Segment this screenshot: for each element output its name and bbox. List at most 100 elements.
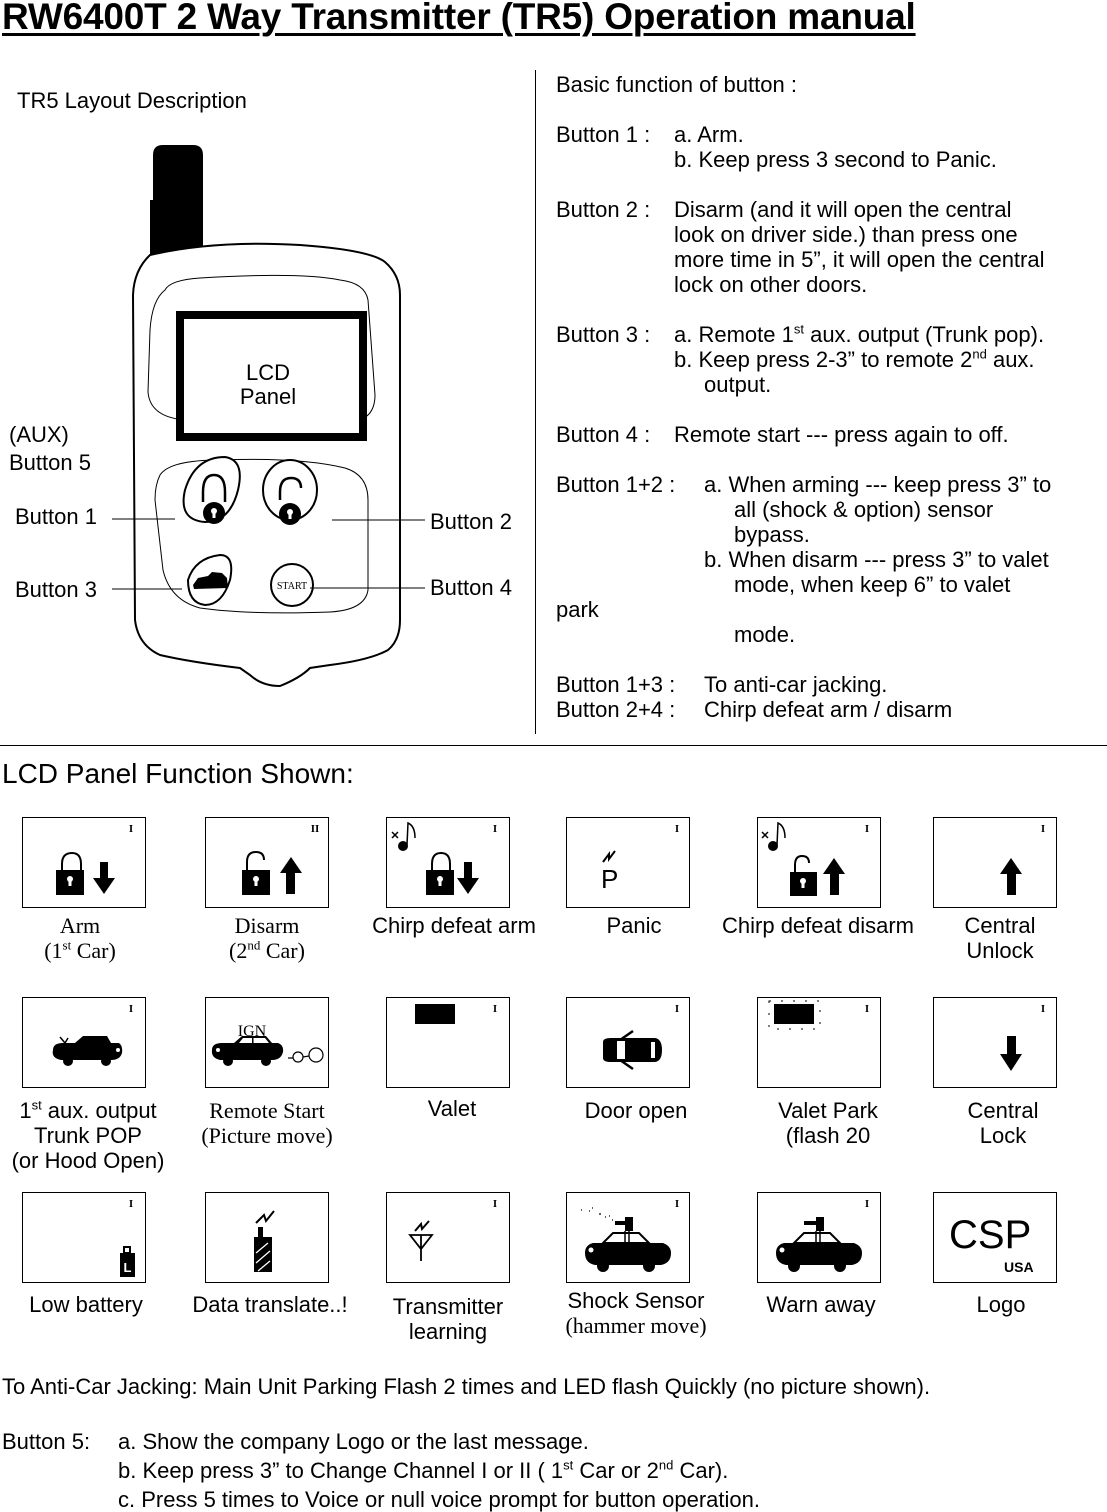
lcd-tile-data-translate [205, 1192, 329, 1283]
channel-mark: I [675, 823, 679, 835]
b12-b1: b. When disarm --- press 3” to valet [704, 547, 1049, 572]
layout-heading: TR5 Layout Description [17, 88, 247, 113]
lcd-tile-disarm: II [205, 817, 329, 908]
button-4-start[interactable]: START [270, 563, 314, 607]
b2-label: Button 2 : [556, 197, 651, 222]
callout-aux: (AUX) [9, 422, 69, 447]
caption-valet: Valet [427, 1096, 477, 1121]
b12-a1: a. When arming --- keep press 3” to [704, 472, 1052, 497]
svg-text:P: P [601, 864, 618, 894]
low-battery-icon: L [120, 1246, 135, 1277]
muted-note-icon [391, 821, 416, 851]
b4-label: Button 4 : [556, 422, 651, 447]
b12-label: Button 1+2 : [556, 472, 676, 497]
b3-b-l2: output. [704, 372, 772, 397]
lock-arm-icon [56, 851, 115, 895]
lcd-tile-shock-sensor: I [566, 1192, 690, 1283]
callout-button4: Button 4 [430, 575, 512, 600]
b5-c: c. Press 5 times to Voice or null voice … [118, 1487, 760, 1512]
caption-warn-away: Warn away [766, 1292, 876, 1317]
chirp-defeat-arm-icon [426, 851, 479, 895]
caption-logo: Logo [976, 1292, 1026, 1317]
b1-label: Button 1 : [556, 122, 651, 147]
b1-a: a. Arm. [674, 122, 744, 147]
lcd-tile-central-lock: I [933, 997, 1057, 1088]
caption-panic: Panic [606, 913, 662, 938]
caption-central-unlock: Central Unlock [964, 913, 1036, 963]
caption-valet-park: Valet Park (flash 20 [778, 1098, 878, 1148]
section-divider [0, 745, 1107, 746]
lcd-tile-valet-park: I [757, 997, 881, 1088]
b12-b3: park [556, 597, 599, 622]
lcd-section-heading: LCD Panel Function Shown: [2, 758, 354, 789]
warn-away-icon [776, 1217, 862, 1272]
lcd-label-line2: Panel [240, 384, 296, 409]
functions-heading: Basic function of button : [556, 72, 797, 97]
lcd-tile-trunk-pop: I [22, 997, 146, 1088]
lcd-tile-transmitter-learning: I [386, 1192, 510, 1283]
valet-icon [415, 1004, 455, 1024]
b3-label: Button 3 : [556, 322, 651, 347]
svg-text:CSP: CSP [949, 1213, 1031, 1257]
svg-text:USA: USA [1004, 1259, 1034, 1275]
transmitter-learning-icon [408, 1220, 434, 1261]
valet-park-icon [768, 1000, 821, 1030]
central-unlock-icon [1000, 858, 1022, 895]
channel-mark: I [1041, 823, 1045, 835]
chirp-defeat-disarm-icon [790, 854, 845, 896]
lcd-tile-arm: I [22, 817, 146, 908]
channel-mark: I [1041, 1003, 1045, 1015]
b12-a3: bypass. [734, 522, 810, 547]
channel-mark: I [865, 823, 869, 835]
caption-shock-sensor: Shock Sensor (hammer move) [565, 1288, 707, 1338]
callout-button5: Button 5 [9, 450, 91, 475]
caption-low-battery: Low battery [29, 1292, 143, 1317]
channel-mark: I [129, 1003, 133, 1015]
caption-arm: Arm (1st Car) [44, 913, 116, 963]
b2-l2: look on driver side.) than press one [674, 222, 1018, 247]
unlock-disarm-icon [242, 850, 302, 895]
channel-mark: I [675, 1003, 679, 1015]
lcd-tile-low-battery: I L [22, 1192, 146, 1283]
b1-b: b. Keep press 3 second to Panic. [674, 147, 997, 172]
b5-a: a. Show the company Logo or the last mes… [118, 1429, 589, 1454]
channel-mark: II [311, 823, 320, 835]
remote-diagram: START LCD Panel [112, 145, 425, 688]
caption-trunk-pop: 1st aux. output Trunk POP (or Hood Open) [11, 1097, 165, 1173]
channel-mark: I [129, 823, 133, 835]
anti-jacking-note: To Anti-Car Jacking: Main Unit Parking F… [2, 1374, 931, 1399]
caption-chirp-defeat-disarm: Chirp defeat disarm [722, 913, 914, 938]
caption-central-lock: Central Lock [967, 1098, 1039, 1148]
b24-text: Chirp defeat arm / disarm [704, 697, 953, 722]
lcd-label-line1: LCD [246, 360, 290, 385]
central-lock-icon [1000, 1036, 1022, 1071]
b4-text: Remote start --- press again to off. [674, 422, 1009, 447]
channel-mark: I [493, 1003, 497, 1015]
caption-disarm: Disarm (2nd Car) [229, 913, 305, 963]
b12-b2: mode, when keep 6” to valet [734, 572, 1011, 597]
caption-chirp-defeat-arm: Chirp defeat arm [372, 913, 536, 938]
lcd-tile-panic: I P [566, 817, 690, 908]
column-divider [535, 70, 536, 734]
lcd-tile-central-unlock: I [933, 817, 1057, 908]
data-translate-icon [254, 1210, 275, 1272]
shock-sensor-icon [581, 1207, 671, 1272]
remote-start-icon [211, 1036, 324, 1066]
b5-b: b. Keep press 3” to Change Channel I or … [118, 1457, 729, 1483]
callout-button3: Button 3 [15, 577, 97, 602]
b13-text: To anti-car jacking. [704, 672, 888, 697]
panic-icon: P [601, 850, 618, 894]
lcd-tile-door-open: I [566, 997, 690, 1088]
b13-label: Button 1+3 : [556, 672, 676, 697]
channel-mark: I [675, 1198, 679, 1210]
b12-a2: all (shock & option) sensor [734, 497, 994, 522]
caption-door-open: Door open [584, 1098, 688, 1123]
caption-remote-start: Remote Start (Picture move) [201, 1098, 333, 1148]
document-title: RW6400T 2 Way Transmitter (TR5) Operatio… [2, 0, 916, 37]
b3-b: b. Keep press 2-3” to remote 2nd aux. [674, 346, 1035, 372]
caption-transmitter-learning: Transmitter learning [392, 1294, 504, 1344]
lcd-tile-logo: CSP USA [933, 1192, 1057, 1283]
b3-a: a. Remote 1st aux. output (Trunk pop). [674, 321, 1045, 347]
lcd-tile-warn-away: I [757, 1192, 881, 1283]
caption-data-translate: Data translate..! [192, 1292, 348, 1317]
